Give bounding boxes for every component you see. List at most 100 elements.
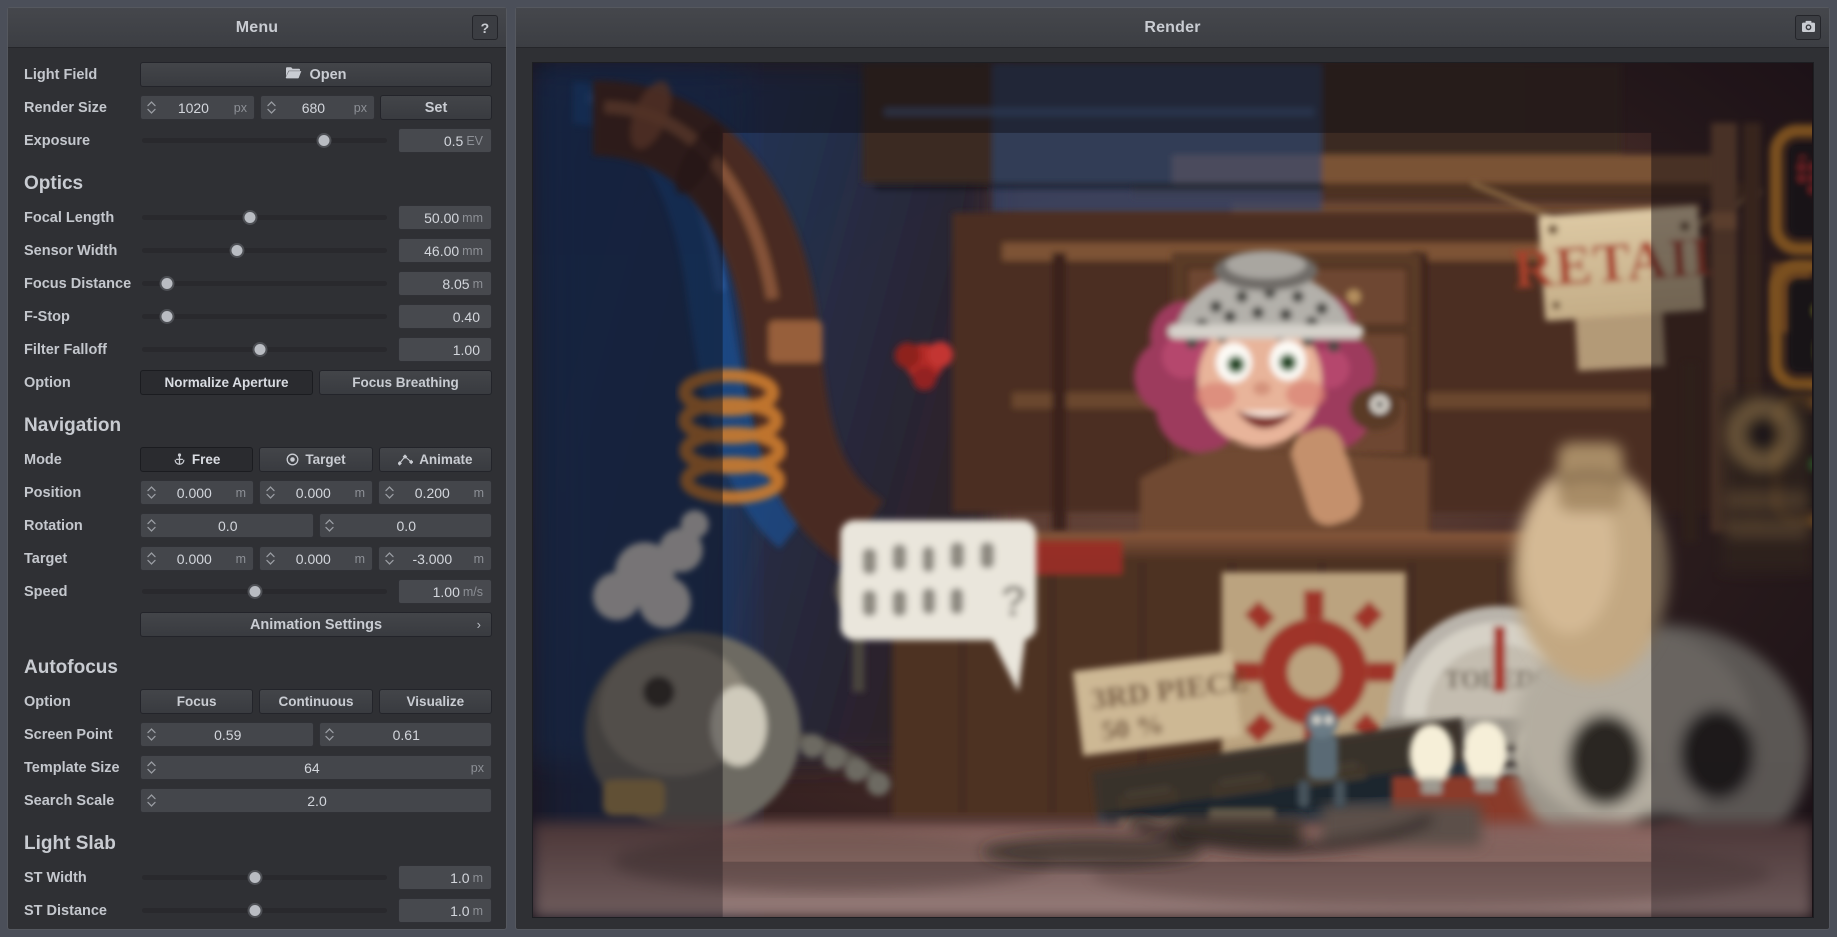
screen-point-x-stepper[interactable] — [141, 723, 157, 746]
label-target: Target — [24, 550, 68, 567]
st-distance-slider[interactable] — [140, 898, 389, 923]
label-st-width: ST Width — [24, 869, 87, 886]
target-z-stepper[interactable] — [379, 547, 395, 570]
help-button[interactable]: ? — [472, 15, 498, 40]
exposure-readout[interactable]: 0.5 EV — [398, 128, 492, 153]
sensor-width-readout[interactable]: 46.00 mm — [398, 238, 492, 263]
template-size-value: 64 — [304, 759, 320, 776]
exposure-slider[interactable] — [140, 128, 389, 153]
st-width-slider-knob[interactable] — [247, 870, 263, 885]
sensor-width-slider-track — [142, 248, 387, 253]
template-size-input[interactable]: 64 px — [140, 755, 492, 780]
row-autofocus-option: Option Focus Continuous Visualize — [22, 685, 492, 718]
rotation-y-stepper[interactable] — [320, 514, 336, 537]
target-y-input[interactable]: 0.000 m — [259, 546, 373, 571]
autofocus-continuous-toggle[interactable]: Continuous — [259, 689, 373, 714]
f-stop-slider-knob[interactable] — [159, 309, 175, 324]
focal-length-readout[interactable]: 50.00 mm — [398, 205, 492, 230]
normalize-aperture-toggle[interactable]: Normalize Aperture — [140, 370, 313, 395]
st-width-slider[interactable] — [140, 865, 389, 890]
search-scale-stepper[interactable] — [141, 789, 157, 812]
sensor-width-slider[interactable] — [140, 238, 389, 263]
label-focus-distance: Focus Distance — [24, 275, 132, 292]
focal-length-slider-knob[interactable] — [242, 210, 258, 225]
render-viewport[interactable]: RETAIL 3RD PIECE 50 % ? — [531, 62, 1814, 918]
folder-open-icon — [285, 66, 302, 83]
speed-value: 1.00 — [432, 583, 460, 600]
animation-settings-button[interactable]: Animation Settings › — [140, 612, 492, 637]
label-search-scale: Search Scale — [24, 792, 115, 809]
render-panel: Render RETAIL 3RD PIECE 50 % ? — [515, 7, 1830, 930]
focus-breathing-toggle[interactable]: Focus Breathing — [319, 370, 492, 395]
position-x-input[interactable]: 0.000 m — [140, 480, 254, 505]
nav-mode-animate-button[interactable]: Animate — [378, 447, 492, 472]
focus-distance-readout[interactable]: 8.05 m — [398, 271, 492, 296]
rotation-x-stepper[interactable] — [141, 514, 157, 537]
screen-point-y-input[interactable]: 0.61 — [318, 722, 492, 747]
focus-distance-slider[interactable] — [140, 271, 389, 296]
autofocus-visualize-toggle[interactable]: Visualize — [378, 689, 492, 714]
search-scale-input[interactable]: 2.0 — [140, 788, 492, 813]
filter-falloff-slider-knob[interactable] — [252, 342, 268, 357]
target-x-stepper[interactable] — [141, 547, 157, 570]
focal-length-value: 50.00 — [424, 209, 460, 226]
speed-unit: m/s — [462, 584, 483, 599]
speed-readout[interactable]: 1.00 m/s — [398, 579, 492, 604]
nav-mode-target-button[interactable]: Target — [259, 447, 373, 472]
f-stop-slider-track — [142, 314, 387, 319]
rotation-x-input[interactable]: 0.0 — [140, 513, 314, 538]
st-width-readout[interactable]: 1.0 m — [398, 865, 492, 890]
rotation-y-input[interactable]: 0.0 — [318, 513, 492, 538]
position-x-unit: m — [235, 485, 246, 500]
autofocus-focus-button[interactable]: Focus — [140, 689, 254, 714]
position-x-stepper[interactable] — [141, 481, 157, 504]
label-speed: Speed — [24, 583, 68, 600]
open-light-field-button[interactable]: Open — [140, 62, 492, 87]
exposure-slider-knob[interactable] — [316, 133, 332, 148]
filter-falloff-readout[interactable]: 1.00 — [398, 337, 492, 362]
screen-point-y-stepper[interactable] — [320, 723, 336, 746]
render-height-stepper[interactable] — [261, 96, 277, 119]
row-render-size: Render Size 1020 px 680 px Set — [22, 91, 492, 124]
section-heading-autofocus: Autofocus — [24, 657, 118, 678]
row-focus-distance: Focus Distance 8.05 m — [22, 267, 492, 300]
nav-mode-free-button[interactable]: Free — [140, 447, 254, 472]
nav-mode-animate-label: Animate — [419, 452, 473, 467]
focus-breathing-label: Focus Breathing — [352, 375, 459, 390]
render-width-stepper[interactable] — [141, 96, 157, 119]
target-z-input[interactable]: -3.000 m — [378, 546, 492, 571]
position-z-input[interactable]: 0.200 m — [378, 480, 492, 505]
target-y-stepper[interactable] — [260, 547, 276, 570]
menu-body: Light Field Open Render Size 1020 px 680… — [8, 48, 506, 929]
st-distance-slider-knob[interactable] — [247, 903, 263, 918]
sensor-width-slider-knob[interactable] — [229, 243, 245, 258]
row-st-width: ST Width 1.0 m — [22, 861, 492, 894]
screen-point-x-input[interactable]: 0.59 — [140, 722, 314, 747]
f-stop-readout[interactable]: 0.40 — [398, 304, 492, 329]
template-size-unit: px — [470, 760, 484, 775]
target-x-input[interactable]: 0.000 m — [140, 546, 254, 571]
set-render-size-label: Set — [424, 99, 448, 116]
label-st-distance: ST Distance — [24, 902, 107, 919]
focal-length-slider[interactable] — [140, 205, 389, 230]
target-icon — [286, 453, 299, 466]
render-height-input[interactable]: 680 px — [260, 95, 375, 120]
filter-falloff-slider[interactable] — [140, 337, 389, 362]
focus-distance-slider-knob[interactable] — [159, 276, 175, 291]
set-render-size-button[interactable]: Set — [380, 95, 492, 120]
template-size-stepper[interactable] — [141, 756, 157, 779]
st-width-slider-track — [142, 875, 387, 880]
speed-slider-knob[interactable] — [247, 584, 263, 599]
snapshot-button[interactable] — [1795, 15, 1821, 40]
f-stop-slider[interactable] — [140, 304, 389, 329]
st-distance-readout[interactable]: 1.0 m — [398, 898, 492, 923]
row-navigation-mode: Mode Free Target Animate — [22, 443, 492, 476]
speed-slider[interactable] — [140, 579, 389, 604]
position-y-stepper[interactable] — [260, 481, 276, 504]
render-width-input[interactable]: 1020 px — [140, 95, 255, 120]
position-z-stepper[interactable] — [379, 481, 395, 504]
label-focal-length: Focal Length — [24, 209, 115, 226]
render-height-value: 680 — [301, 99, 326, 116]
position-y-input[interactable]: 0.000 m — [259, 480, 373, 505]
camera-icon — [1801, 20, 1816, 36]
